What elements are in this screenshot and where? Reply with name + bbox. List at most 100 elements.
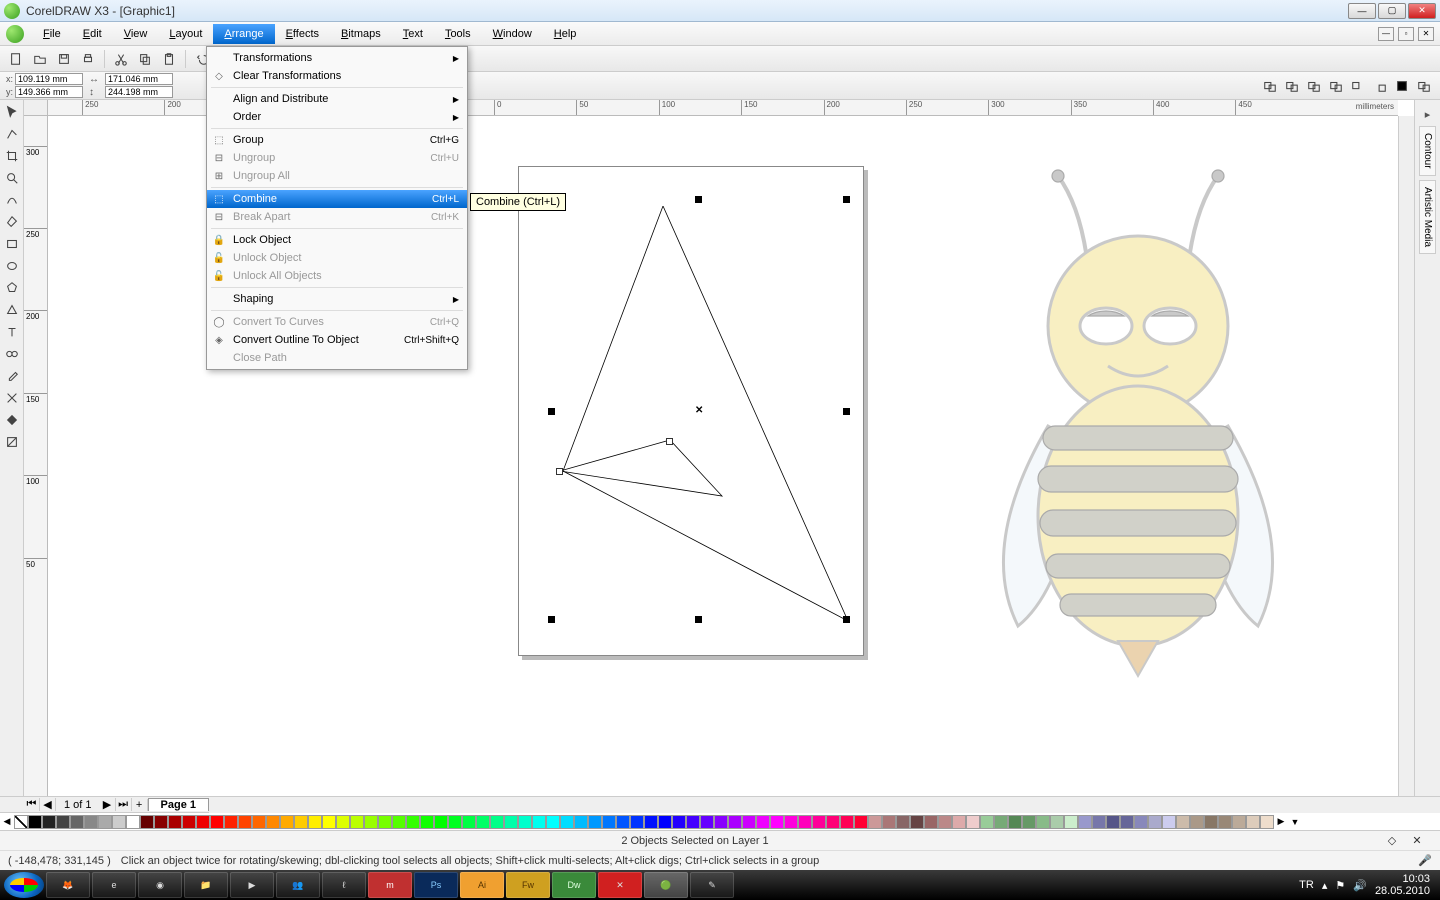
swatch[interactable] [882, 815, 896, 829]
swatch[interactable] [910, 815, 924, 829]
freehand-tool[interactable] [2, 190, 22, 210]
swatch[interactable] [868, 815, 882, 829]
swatch[interactable] [686, 815, 700, 829]
swatch[interactable] [1134, 815, 1148, 829]
swatch[interactable] [42, 815, 56, 829]
mdi-restore-button[interactable]: ▫ [1398, 27, 1414, 41]
taskbar-coreldraw[interactable]: 🟢 [644, 872, 688, 898]
menu-edit[interactable]: Edit [72, 24, 113, 44]
swatch[interactable] [462, 815, 476, 829]
menuitem-clear-transformations[interactable]: ◇Clear Transformations [207, 67, 467, 85]
swatch[interactable] [448, 815, 462, 829]
swatch[interactable] [224, 815, 238, 829]
horizontal-scrollbar[interactable] [209, 797, 1440, 813]
path-node[interactable] [666, 438, 673, 445]
menu-layout[interactable]: Layout [158, 24, 213, 44]
trim-button[interactable] [1282, 76, 1302, 96]
swatch[interactable] [896, 815, 910, 829]
swatch[interactable] [602, 815, 616, 829]
swatch[interactable] [1078, 815, 1092, 829]
taskbar-dreamweaver[interactable]: Dw [552, 872, 596, 898]
y-input[interactable] [15, 86, 83, 98]
menuitem-convert-outline-to-object[interactable]: ◈Convert Outline To ObjectCtrl+Shift+Q [207, 331, 467, 349]
menu-file[interactable]: File [32, 24, 72, 44]
swatch[interactable] [770, 815, 784, 829]
palette-flyout[interactable]: ▼ [1288, 817, 1302, 827]
taskbar-photoshop[interactable]: Ps [414, 872, 458, 898]
menuitem-combine[interactable]: ⬚CombineCtrl+L [207, 190, 467, 208]
swatch[interactable] [336, 815, 350, 829]
menu-effects[interactable]: Effects [275, 24, 330, 44]
taskbar-firefox[interactable]: 🦊 [46, 872, 90, 898]
swatch[interactable] [714, 815, 728, 829]
swatch[interactable] [1092, 815, 1106, 829]
swatch[interactable] [518, 815, 532, 829]
menu-window[interactable]: Window [482, 24, 543, 44]
cut-button[interactable] [111, 49, 131, 69]
page-add-button[interactable]: + [132, 799, 148, 811]
eyedropper-tool[interactable] [2, 366, 22, 386]
taskbar-fireworks[interactable]: Fw [506, 872, 550, 898]
swatch[interactable] [924, 815, 938, 829]
swatch[interactable] [1246, 815, 1260, 829]
swatch[interactable] [826, 815, 840, 829]
width-input[interactable] [105, 73, 173, 85]
taskbar-messenger[interactable]: 👥 [276, 872, 320, 898]
swatch[interactable] [434, 815, 448, 829]
swatch[interactable] [378, 815, 392, 829]
swatch[interactable] [56, 815, 70, 829]
rectangle-tool[interactable] [2, 234, 22, 254]
swatch[interactable] [406, 815, 420, 829]
tray-clock[interactable]: 10:03 28.05.2010 [1375, 873, 1430, 897]
save-button[interactable] [54, 49, 74, 69]
swatch[interactable] [994, 815, 1008, 829]
swatch[interactable] [1204, 815, 1218, 829]
swatch[interactable] [1218, 815, 1232, 829]
swatch[interactable] [70, 815, 84, 829]
swatch[interactable] [84, 815, 98, 829]
swatch[interactable] [1050, 815, 1064, 829]
swatch[interactable] [938, 815, 952, 829]
close-button[interactable]: ✕ [1408, 3, 1436, 19]
x-input[interactable] [15, 73, 83, 85]
text-tool[interactable] [2, 322, 22, 342]
menuitem-group[interactable]: ⬚GroupCtrl+G [207, 131, 467, 149]
height-input[interactable] [105, 86, 173, 98]
swatch[interactable] [1260, 815, 1274, 829]
tray-lang[interactable]: TR [1299, 879, 1314, 891]
swatch[interactable] [392, 815, 406, 829]
page-prev-button[interactable]: ◀ [40, 798, 56, 811]
menuitem-transformations[interactable]: Transformations▶ [207, 49, 467, 67]
swatch[interactable] [280, 815, 294, 829]
page-tab[interactable]: Page 1 [148, 798, 209, 811]
swatch[interactable] [168, 815, 182, 829]
swatch[interactable] [238, 815, 252, 829]
vertical-scrollbar[interactable] [1398, 116, 1414, 796]
polygon-tool[interactable] [2, 278, 22, 298]
swatch[interactable] [98, 815, 112, 829]
app-logo-icon[interactable] [6, 25, 24, 43]
swatch[interactable] [28, 815, 42, 829]
swatch[interactable] [112, 815, 126, 829]
swatch[interactable] [560, 815, 574, 829]
taskbar-explorer[interactable]: 📁 [184, 872, 228, 898]
swatch[interactable] [1162, 815, 1176, 829]
swatch[interactable] [504, 815, 518, 829]
swatch[interactable] [1106, 815, 1120, 829]
swatch[interactable] [644, 815, 658, 829]
swatch[interactable] [1148, 815, 1162, 829]
taskbar-ie[interactable]: e [92, 872, 136, 898]
menu-bitmaps[interactable]: Bitmaps [330, 24, 392, 44]
swatch[interactable] [1120, 815, 1134, 829]
front-minus-back-button[interactable] [1348, 76, 1368, 96]
outline-tool[interactable] [2, 388, 22, 408]
swatch[interactable] [1064, 815, 1078, 829]
swatch[interactable] [658, 815, 672, 829]
taskbar-app4[interactable]: ✎ [690, 872, 734, 898]
swatch[interactable] [1036, 815, 1050, 829]
swatch[interactable] [812, 815, 826, 829]
fill-tool[interactable] [2, 410, 22, 430]
path-node[interactable] [556, 468, 563, 475]
swatch[interactable] [980, 815, 994, 829]
swatch[interactable] [154, 815, 168, 829]
